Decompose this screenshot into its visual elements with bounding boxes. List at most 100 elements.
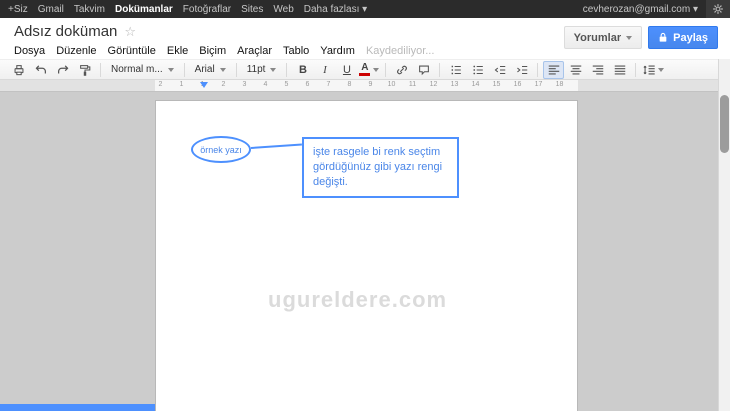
comments-button[interactable]: Yorumlar — [564, 26, 642, 49]
insert-link-button[interactable] — [391, 61, 412, 79]
ruler-number: 15 — [486, 81, 507, 88]
toolbar-separator — [286, 63, 287, 77]
ruler-numbers: 21123456789101112131415161718 — [150, 81, 570, 88]
menu-goruntule[interactable]: Görüntüle — [108, 45, 156, 57]
callout-connector-line — [251, 143, 302, 149]
toolbar-separator — [385, 63, 386, 77]
ruler-number: 2 — [213, 81, 234, 88]
account-menu[interactable]: cevherozan@gmail.com ▾ — [583, 4, 698, 15]
star-icon[interactable]: ☆ — [124, 24, 136, 40]
toolbar-separator — [236, 63, 237, 77]
paint-format-button[interactable] — [74, 61, 95, 79]
ruler-number: 2 — [150, 81, 171, 88]
chevron-down-icon — [270, 68, 276, 72]
bulleted-list-button[interactable] — [467, 61, 488, 79]
document-header: Adsız doküman ☆ Dosya Düzenle Görüntüle … — [0, 18, 730, 59]
topbar-nav-item[interactable]: Web — [273, 4, 293, 15]
scrollbar-thumb[interactable] — [720, 95, 729, 153]
italic-button[interactable]: I — [314, 61, 335, 79]
align-right-icon — [591, 63, 605, 77]
insert-comment-button[interactable] — [413, 61, 434, 79]
align-justify-button[interactable] — [609, 61, 630, 79]
link-icon — [395, 63, 409, 77]
align-right-button[interactable] — [587, 61, 608, 79]
watermark-text: ugureldere.com — [268, 287, 447, 313]
paragraph-style-dropdown[interactable]: Normal m... — [106, 61, 179, 79]
topbar-nav-item[interactable]: Sites — [241, 4, 263, 15]
redo-button[interactable] — [52, 61, 73, 79]
menu-tablo[interactable]: Tablo — [283, 45, 309, 57]
print-button[interactable] — [8, 61, 29, 79]
numbered-list-button[interactable] — [445, 61, 466, 79]
ruler-number: 4 — [255, 81, 276, 88]
text-color-icon: A — [359, 63, 370, 76]
document-page[interactable]: örnek yazı işte rasgele bi renk seçtim g… — [155, 100, 578, 411]
menu-duzenle[interactable]: Düzenle — [56, 45, 96, 57]
underline-button[interactable]: U — [336, 61, 357, 79]
ruler-number: 5 — [276, 81, 297, 88]
ruler-number: 6 — [297, 81, 318, 88]
font-size-dropdown[interactable]: 11pt — [242, 61, 282, 79]
undo-button[interactable] — [30, 61, 51, 79]
ruler-number: 8 — [339, 81, 360, 88]
align-left-button[interactable] — [543, 61, 564, 79]
font-dropdown[interactable]: Arial — [190, 61, 231, 79]
chevron-down-icon — [626, 36, 632, 40]
line-spacing-button[interactable] — [641, 61, 665, 79]
gear-icon — [712, 3, 724, 15]
menu-bar: Dosya Düzenle Görüntüle Ekle Biçim Araçl… — [14, 45, 434, 57]
chevron-down-icon — [220, 68, 226, 72]
ruler-number: 18 — [549, 81, 570, 88]
topbar-nav-item[interactable]: Gmail — [38, 4, 64, 15]
text-color-button[interactable]: A — [358, 61, 380, 79]
outdent-icon — [493, 63, 507, 77]
vertical-scrollbar[interactable] — [718, 59, 730, 411]
comment-icon — [417, 63, 431, 77]
topbar-nav-item[interactable]: Fotoğraflar — [183, 4, 231, 15]
document-canvas: örnek yazı işte rasgele bi renk seçtim g… — [0, 93, 718, 411]
menu-dosya[interactable]: Dosya — [14, 45, 45, 57]
saving-status: Kaydediliyor... — [366, 45, 434, 57]
ruler-number: 14 — [465, 81, 486, 88]
align-center-icon — [569, 63, 583, 77]
paint-format-icon — [78, 63, 92, 77]
bulleted-list-icon — [471, 63, 485, 77]
google-topbar: +Siz Gmail Takvim Dokümanlar Fotoğraflar Site… — [0, 0, 730, 18]
google-docs-window: +Siz Gmail Takvim Dokümanlar Fotoğraflar Site… — [0, 0, 730, 411]
callout-box[interactable]: işte rasgele bi renk seçtim gördüğünüz g… — [302, 137, 459, 198]
ruler: 21123456789101112131415161718 — [0, 80, 718, 92]
toolbar-separator — [100, 63, 101, 77]
settings-gear-button[interactable] — [706, 0, 730, 18]
share-button[interactable]: Paylaş — [648, 26, 718, 49]
topbar-nav-item[interactable]: Dokümanlar — [115, 4, 173, 15]
ruler-number: 10 — [381, 81, 402, 88]
align-center-button[interactable] — [565, 61, 586, 79]
toolbar-separator — [537, 63, 538, 77]
topbar-nav-item[interactable]: Daha fazlası ▾ — [304, 4, 367, 15]
indent-icon — [515, 63, 529, 77]
ruler-number: 9 — [360, 81, 381, 88]
chevron-down-icon — [168, 68, 174, 72]
line-spacing-icon — [642, 63, 656, 77]
topbar-nav: +Siz Gmail Takvim Dokümanlar Fotoğraflar Site… — [8, 4, 367, 15]
toolbar-separator — [184, 63, 185, 77]
topbar-nav-item[interactable]: Takvim — [74, 4, 105, 15]
formatting-toolbar: Normal m... Arial 11pt B I U A — [0, 59, 730, 80]
drawing-ellipse[interactable]: örnek yazı — [191, 136, 251, 163]
outdent-button[interactable] — [489, 61, 510, 79]
indent-marker[interactable] — [200, 82, 208, 88]
menu-yardim[interactable]: Yardım — [320, 45, 355, 57]
numbered-list-icon — [449, 63, 463, 77]
ruler-number: 7 — [318, 81, 339, 88]
menu-bicim[interactable]: Biçim — [199, 45, 226, 57]
bold-button[interactable]: B — [292, 61, 313, 79]
menu-ekle[interactable]: Ekle — [167, 45, 188, 57]
print-icon — [12, 63, 26, 77]
ruler-number: 17 — [528, 81, 549, 88]
ruler-number: 12 — [423, 81, 444, 88]
menu-araclar[interactable]: Araçlar — [237, 45, 272, 57]
ruler-number: 1 — [171, 81, 192, 88]
document-title[interactable]: Adsız doküman — [14, 23, 117, 40]
topbar-nav-item[interactable]: +Siz — [8, 4, 28, 15]
indent-button[interactable] — [511, 61, 532, 79]
